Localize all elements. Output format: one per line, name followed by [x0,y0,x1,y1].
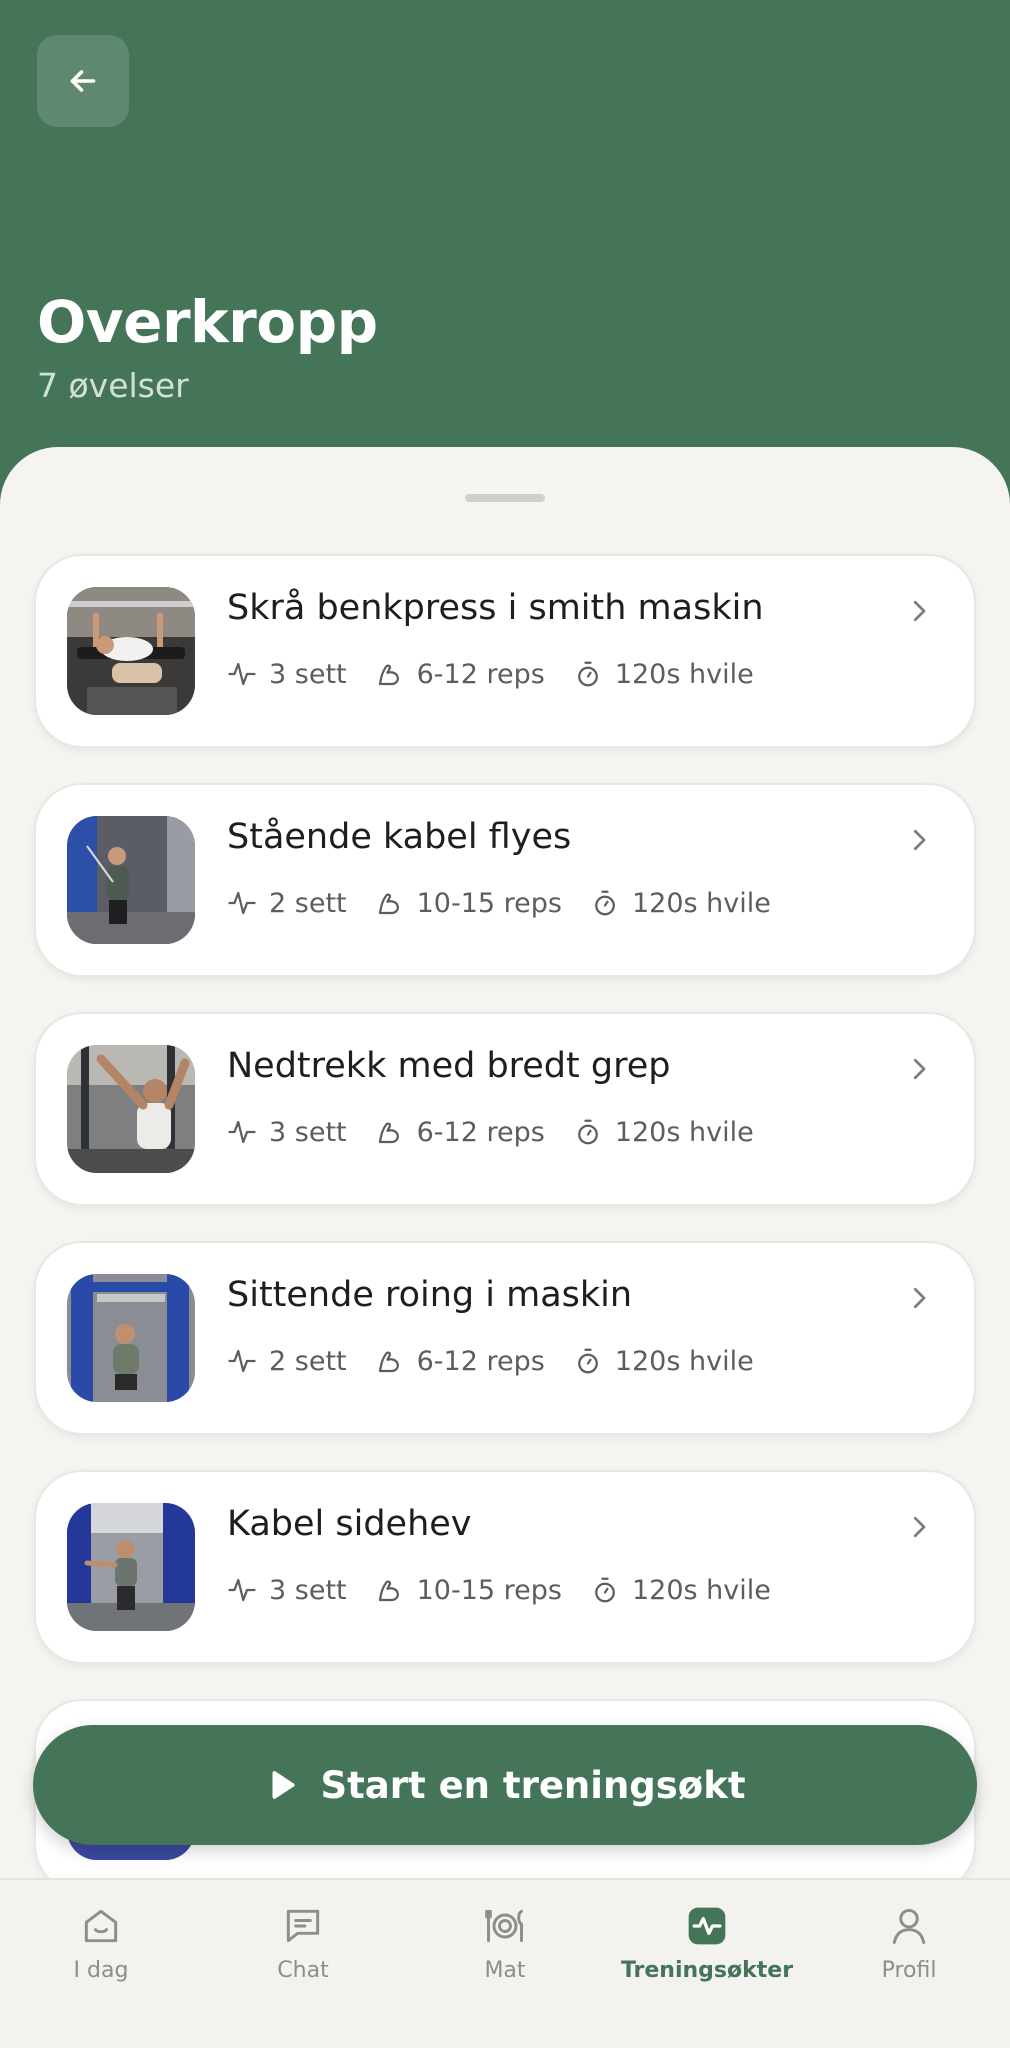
exercise-card[interactable]: Sittende roing i maskin 2 sett 6-12 reps… [34,1241,976,1435]
rest-info: 120s hvile [573,1117,754,1148]
chevron-right-icon [913,829,926,851]
stopwatch-icon [595,1577,615,1603]
home-icon [84,1909,118,1943]
exercise-name: Kabel sidehev [227,1504,472,1544]
bicep-icon [378,1122,399,1144]
sets-label: 3 sett [269,658,347,690]
rest-label: 120s hvile [614,1116,754,1148]
page-title: Overkropp [37,288,378,356]
exercise-card[interactable]: Kabel sidehev 3 sett 10-15 reps 120s hvi… [34,1470,976,1664]
plate-icon [485,1909,523,1943]
pulse-icon [228,891,256,915]
stopwatch-icon [577,1348,598,1374]
reps-info: 10-15 reps [375,1575,562,1606]
exercise-thumbnail [67,587,195,715]
reps-label: 6-12 reps [416,658,545,690]
bicep-icon [378,1351,399,1373]
bicep-icon [378,1580,399,1602]
reps-label: 10-15 reps [416,1574,562,1606]
exercise-name: Stående kabel flyes [227,817,572,857]
rest-label: 120s hvile [632,1574,771,1606]
chevron-right-icon [913,1516,926,1538]
rest-info: 120s hvile [590,888,771,919]
pulse-icon [228,1578,256,1602]
reps-info: 10-15 reps [375,888,562,919]
chat-icon [286,1909,320,1943]
rest-info: 120s hvile [573,1346,754,1377]
exercise-card[interactable]: Skrå benkpress i smith maskin 3 sett 6-1… [34,554,976,748]
start-workout-button[interactable]: Start en treningsøkt [33,1725,977,1845]
tab-label: Mat [484,1958,526,1983]
sets-label: 3 sett [269,1574,347,1606]
exercise-meta: 3 sett 6-12 reps 120s hvile [227,1114,782,1150]
sets-info: 2 sett [227,888,347,919]
tab-label: Treningsøkter [620,1958,794,1983]
exercise-card[interactable]: Stående kabel flyes 2 sett 10-15 reps 12… [34,783,976,977]
exercise-thumbnail [67,1503,195,1631]
sets-info: 2 sett [227,1346,347,1377]
rest-label: 120s hvile [614,658,754,690]
exercise-name: Skrå benkpress i smith maskin [227,588,764,628]
tab-profil[interactable]: Profil [808,1880,1010,2048]
reps-label: 6-12 reps [416,1345,545,1377]
chevron-right-icon [913,600,926,622]
header: Overkropp 7 øvelser [0,0,1010,470]
exercise-meta: 2 sett 6-12 reps 120s hvile [227,1343,782,1379]
exercise-count: 7 øvelser [37,366,189,405]
bicep-icon [378,664,399,686]
stopwatch-icon [577,1119,598,1145]
exercise-thumbnail [67,816,195,944]
sets-label: 2 sett [269,1345,347,1377]
reps-info: 6-12 reps [375,659,545,690]
stopwatch-icon [595,890,615,916]
tab-chat[interactable]: Chat [202,1880,404,2048]
reps-label: 6-12 reps [416,1116,545,1148]
back-button[interactable] [37,35,129,127]
exercise-thumbnail [67,1274,195,1402]
exercise-name: Sittende roing i maskin [227,1275,633,1315]
tab-treningsokter[interactable]: Treningsøkter [606,1880,808,2048]
reps-info: 6-12 reps [375,1117,545,1148]
bottom-tab-bar: I dag Chat Mat Treningsøkter Profil [0,1878,1010,2048]
rest-info: 120s hvile [573,659,754,690]
activity-icon [688,1907,726,1945]
reps-label: 10-15 reps [416,887,562,919]
exercise-thumbnail [67,1045,195,1173]
stopwatch-icon [577,661,598,687]
play-icon [272,1771,296,1799]
tab-i-dag[interactable]: I dag [0,1880,202,2048]
pulse-icon [228,1120,256,1144]
exercise-card[interactable]: Nedtrekk med bredt grep 3 sett 6-12 reps… [34,1012,976,1206]
tab-mat[interactable]: Mat [404,1880,606,2048]
tab-label: Chat [277,1958,329,1983]
bicep-icon [378,893,399,915]
chevron-right-icon [913,1287,926,1309]
sheet-handle[interactable] [465,494,545,502]
exercise-meta: 3 sett 10-15 reps 120s hvile [227,1572,799,1608]
person-icon [892,1908,926,1944]
exercise-name: Nedtrekk med bredt grep [227,1046,671,1086]
sets-info: 3 sett [227,1575,347,1606]
exercise-meta: 3 sett 6-12 reps 120s hvile [227,656,782,692]
pulse-icon [228,1349,256,1373]
tab-label: Profil [881,1958,937,1983]
start-workout-label: Start en treningsøkt [320,1763,746,1807]
sets-label: 2 sett [269,887,347,919]
sets-info: 3 sett [227,659,347,690]
reps-info: 6-12 reps [375,1346,545,1377]
arrow-left-icon [70,70,96,92]
sets-info: 3 sett [227,1117,347,1148]
rest-label: 120s hvile [632,887,771,919]
pulse-icon [228,662,256,686]
exercise-meta: 2 sett 10-15 reps 120s hvile [227,885,799,921]
tab-label: I dag [73,1958,129,1983]
rest-info: 120s hvile [590,1575,771,1606]
rest-label: 120s hvile [614,1345,754,1377]
sets-label: 3 sett [269,1116,347,1148]
chevron-right-icon [913,1058,926,1080]
